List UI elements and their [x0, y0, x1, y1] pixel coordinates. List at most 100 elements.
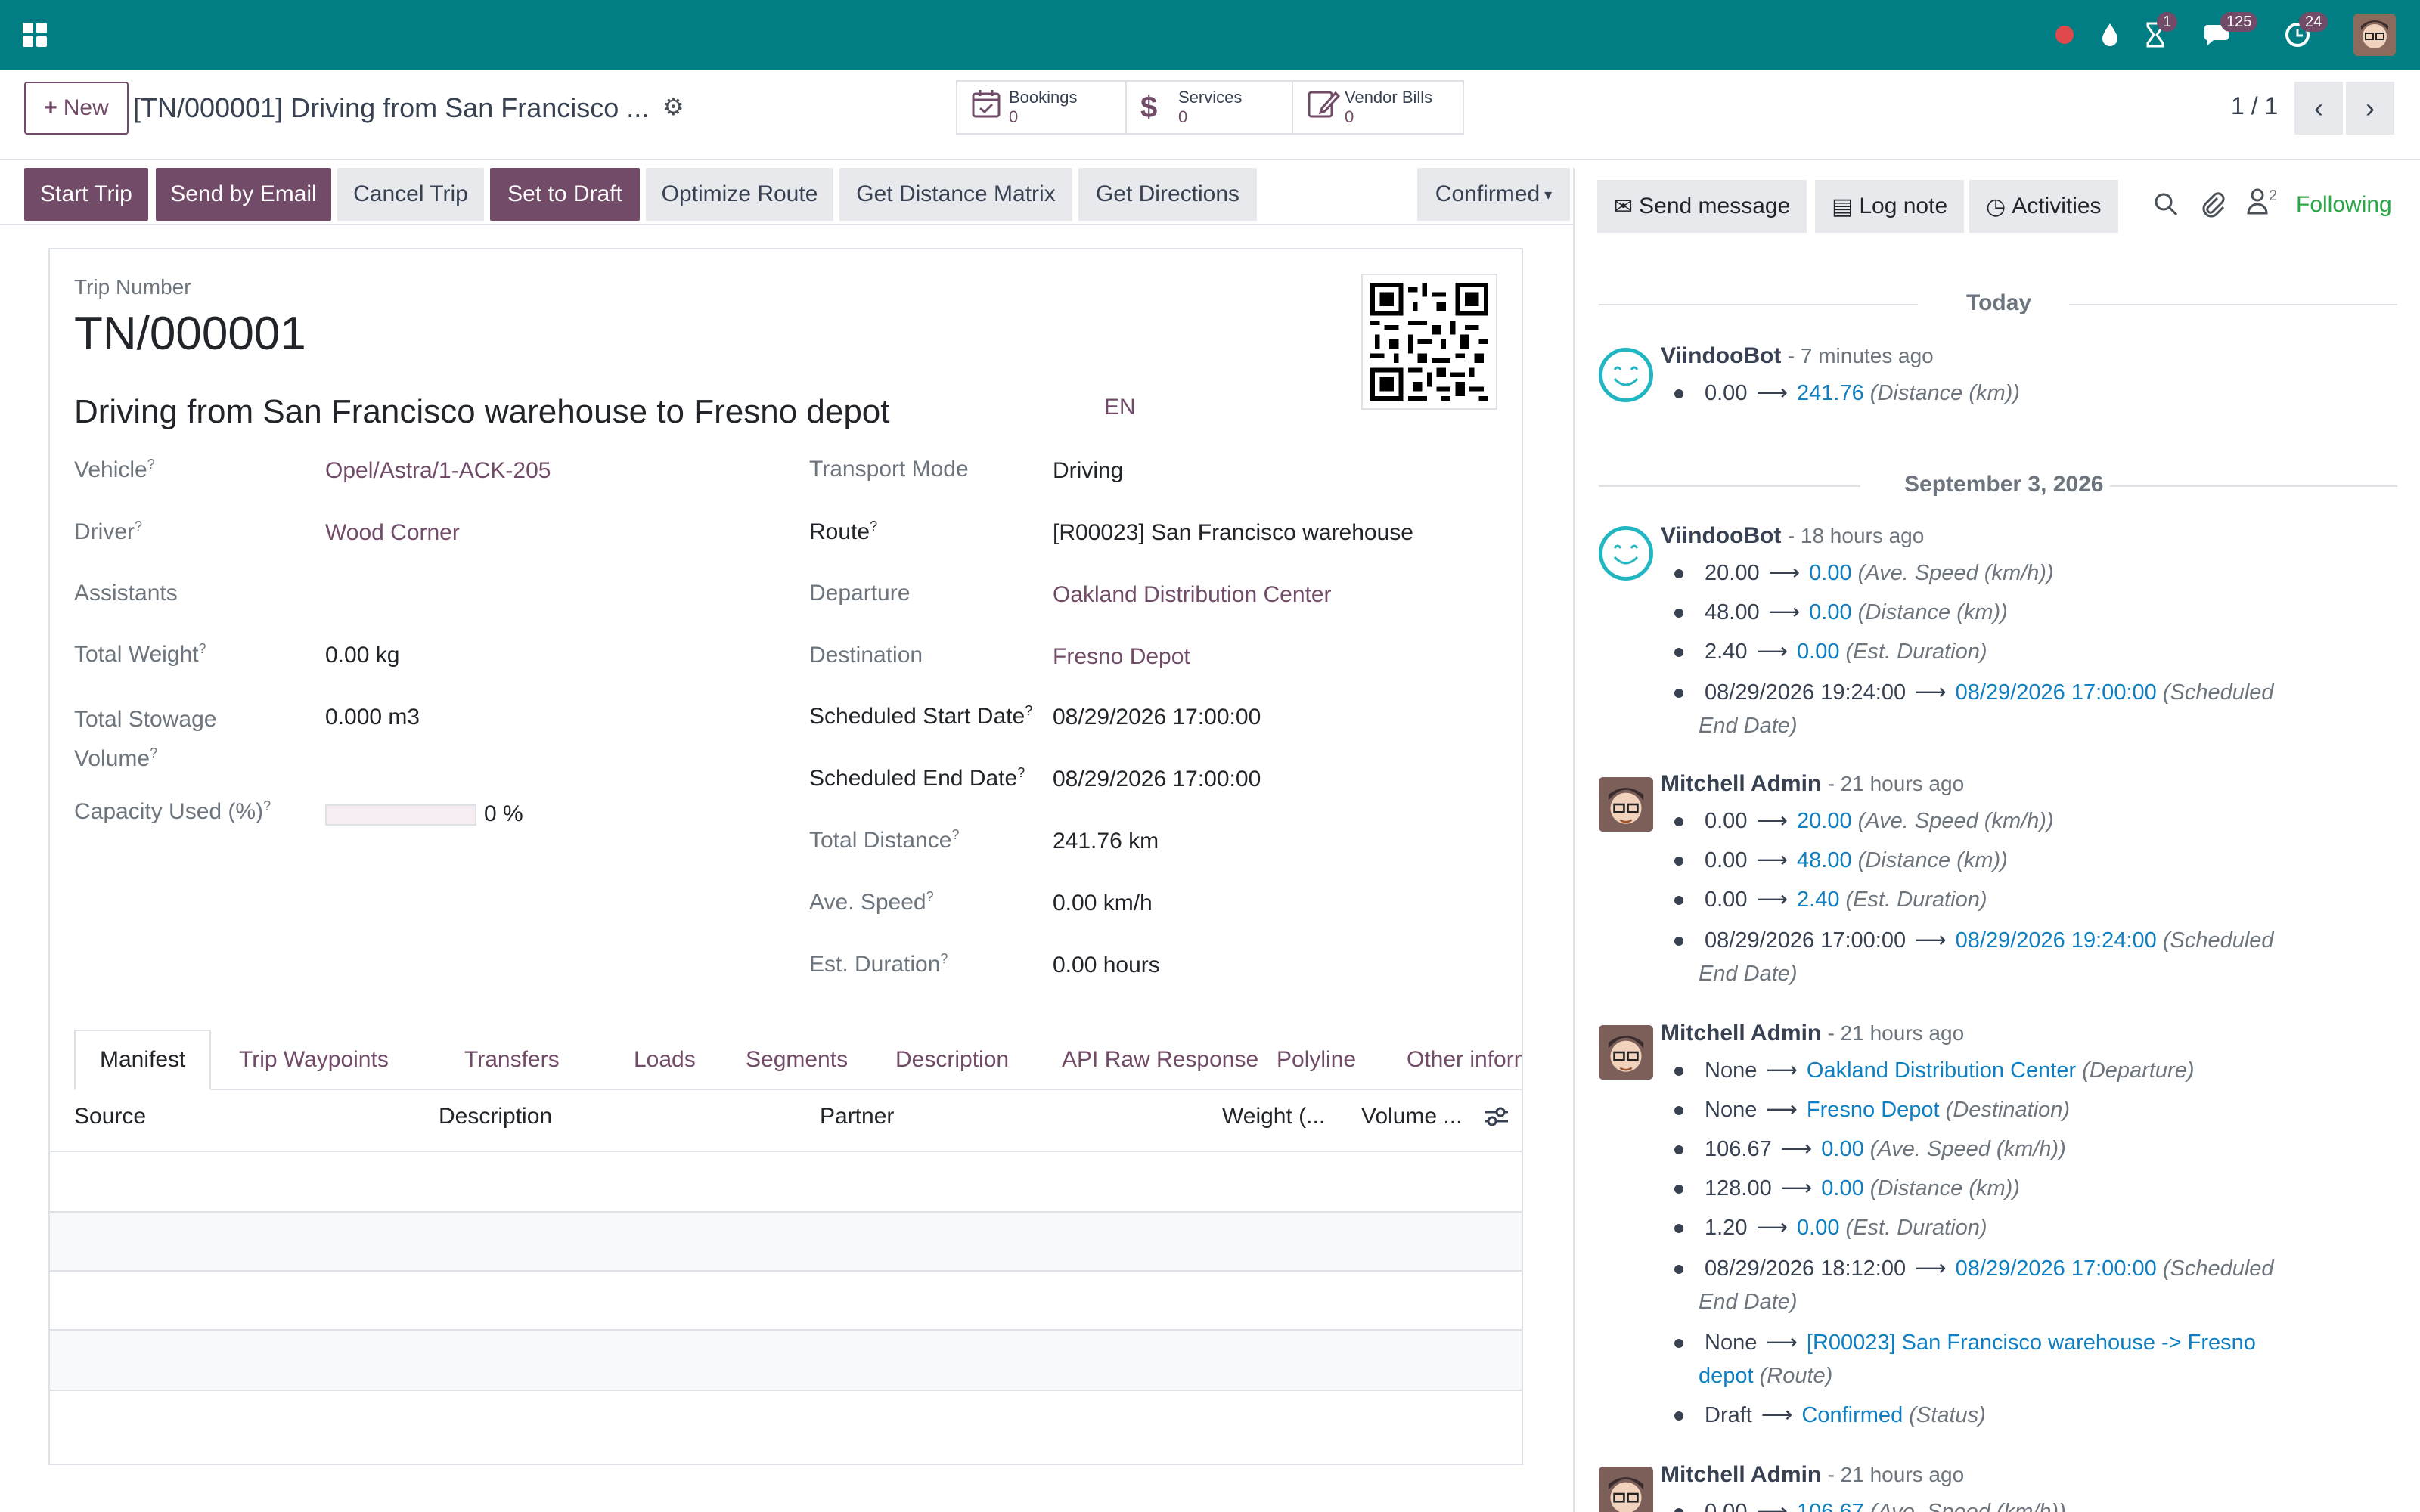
date-separator-date: September 3, 2026: [1904, 472, 2104, 497]
chevron-right-icon: ›: [2366, 92, 2375, 123]
transport-mode-label: Transport Mode: [809, 457, 969, 482]
send-by-email-button[interactable]: Send by Email: [156, 168, 331, 221]
send-message-label: Send message: [1639, 194, 1791, 218]
record-status-icon[interactable]: [2046, 17, 2083, 53]
help-mark: ?: [1017, 765, 1025, 780]
form-statusbar: Start Trip Send by Email Cancel Trip Set…: [0, 168, 1573, 225]
log-note-button[interactable]: ▤ Log note: [1815, 180, 1965, 233]
scheduled-start-date-field[interactable]: 08/29/2026 17:00:00: [1053, 705, 1261, 730]
help-mark: ?: [870, 519, 878, 534]
arrow-right-icon: ⟶: [1756, 1500, 1789, 1512]
following-button[interactable]: Following: [2296, 192, 2392, 218]
optimize-route-button[interactable]: Optimize Route: [646, 168, 833, 221]
language-button[interactable]: EN: [1104, 395, 1136, 420]
bookings-smart-button[interactable]: Bookings 0: [956, 80, 1127, 135]
destination-field[interactable]: Fresno Depot: [1053, 644, 1190, 670]
tracking-value-continuation: End Date): [1699, 1290, 1798, 1314]
pager-previous-button[interactable]: ‹: [2294, 82, 2343, 135]
clock-icon: ◷: [1986, 194, 2006, 219]
column-source[interactable]: Source: [74, 1104, 146, 1129]
help-mark: ?: [926, 889, 934, 904]
follower-count: 2: [2269, 187, 2278, 204]
pager-next-button[interactable]: ›: [2346, 82, 2394, 135]
column-description[interactable]: Description: [439, 1104, 552, 1129]
bookings-label: Bookings: [1009, 88, 1078, 107]
arrow-right-icon: ⟶: [1756, 848, 1789, 872]
reminder-clock-icon[interactable]: 24: [2279, 12, 2328, 53]
start-trip-button[interactable]: Start Trip: [24, 168, 148, 221]
search-icon[interactable]: [2152, 191, 2180, 223]
tab-trip-waypoints[interactable]: Trip Waypoints: [239, 1030, 389, 1090]
form-sheet: Trip Number TN/000001 Driving from San F…: [48, 248, 1523, 1465]
tab-transfers[interactable]: Transfers: [464, 1030, 560, 1090]
paperclip-icon[interactable]: [2199, 191, 2226, 223]
mitchell-admin-avatar: [1599, 1025, 1653, 1080]
tracking-value-line: None ⟶ [R00023] San Francisco warehouse ->…: [1674, 1326, 2256, 1359]
tab-description[interactable]: Description: [895, 1030, 1009, 1090]
column-volume[interactable]: Volume ...: [1361, 1104, 1462, 1129]
activity-hourglass-icon[interactable]: 1: [2137, 12, 2178, 53]
table-row[interactable]: [50, 1391, 1522, 1464]
table-row[interactable]: [50, 1272, 1522, 1331]
vendor-bills-smart-button[interactable]: Vendor Bills 0: [1292, 80, 1464, 135]
arrow-right-icon: ⟶: [1768, 600, 1801, 624]
driver-field[interactable]: Wood Corner: [325, 520, 460, 546]
route-field[interactable]: [R00023] San Francisco warehouse: [1053, 520, 1413, 546]
followers-button[interactable]: 2: [2246, 187, 2277, 215]
message-author: Mitchell Admin - 21 hours ago: [1661, 1021, 1965, 1046]
message-time: - 18 hours ago: [1787, 524, 1925, 547]
help-mark: ?: [263, 798, 271, 813]
date-separator-line: [1599, 304, 1918, 305]
table-row[interactable]: [50, 1152, 1522, 1211]
vehicle-field[interactable]: Opel/Astra/1-ACK-205: [325, 458, 551, 484]
total-distance-value: 241.76 km: [1053, 829, 1159, 854]
total-distance-label: Total Distance?: [809, 827, 960, 853]
help-mark: ?: [147, 457, 155, 472]
tab-loads[interactable]: Loads: [634, 1030, 696, 1090]
tab-manifest[interactable]: Manifest: [74, 1030, 212, 1090]
activities-button[interactable]: ◷ Activities: [1969, 180, 2118, 233]
message-time: - 21 hours ago: [1827, 1463, 1965, 1486]
tab-api-raw-response[interactable]: API Raw Response: [1062, 1030, 1258, 1090]
column-weight[interactable]: Weight (...: [1222, 1104, 1325, 1129]
scheduled-end-date-field[interactable]: 08/29/2026 17:00:00: [1053, 767, 1261, 792]
help-mark: ?: [951, 827, 960, 842]
assistants-field[interactable]: [325, 581, 779, 611]
pager-value[interactable]: 1 / 1: [2231, 92, 2278, 120]
set-to-draft-button[interactable]: Set to Draft: [490, 168, 640, 221]
new-button[interactable]: + New: [24, 82, 129, 135]
departure-field[interactable]: Oakland Distribution Center: [1053, 582, 1332, 608]
destination-label: Destination: [809, 643, 923, 668]
status-dropdown[interactable]: Confirmed ▾: [1417, 168, 1570, 221]
date-separator-line: [2069, 304, 2397, 305]
send-message-button[interactable]: ✉ Send message: [1597, 180, 1807, 233]
messages-icon[interactable]: 125: [2201, 12, 2258, 53]
message-author: Mitchell Admin - 21 hours ago: [1661, 771, 1965, 796]
trip-name-field[interactable]: Driving from San Francisco warehouse to …: [74, 393, 890, 431]
column-partner[interactable]: Partner: [820, 1104, 894, 1129]
mitchell-admin-avatar: [1599, 777, 1653, 832]
date-separator-line: [2110, 485, 2397, 487]
log-note-label: Log note: [1859, 194, 1948, 218]
messages-badge: 125: [2220, 12, 2258, 32]
transport-mode-value: Driving: [1053, 458, 1124, 483]
get-directions-button[interactable]: Get Directions: [1078, 168, 1257, 221]
optional-columns-toggle[interactable]: [1484, 1105, 1509, 1133]
get-distance-matrix-button[interactable]: Get Distance Matrix: [839, 168, 1072, 221]
tracking-value-line: 08/29/2026 19:24:00 ⟶ 08/29/2026 17:00:00 …: [1674, 676, 2274, 709]
table-row[interactable]: [50, 1331, 1522, 1390]
vendor-bills-label: Vendor Bills: [1345, 88, 1433, 107]
tracking-value-line: 2.40 ⟶ 0.00 (Est. Duration): [1674, 635, 1987, 668]
table-row[interactable]: [50, 1213, 1522, 1272]
services-smart-button[interactable]: $ Services 0: [1125, 80, 1293, 135]
tab-segments[interactable]: Segments: [746, 1030, 848, 1090]
cancel-trip-button[interactable]: Cancel Trip: [337, 168, 484, 221]
tab-polyline[interactable]: Polyline: [1277, 1030, 1356, 1090]
message-author: ViindooBot - 7 minutes ago: [1661, 343, 1934, 368]
tab-other-information[interactable]: Other informa: [1407, 1030, 1522, 1090]
drop-icon[interactable]: [2092, 17, 2128, 53]
user-avatar[interactable]: [2353, 14, 2396, 56]
app-menu-icon[interactable]: [17, 17, 53, 53]
gear-icon[interactable]: ⚙: [662, 92, 684, 121]
route-label: Route?: [809, 519, 878, 544]
